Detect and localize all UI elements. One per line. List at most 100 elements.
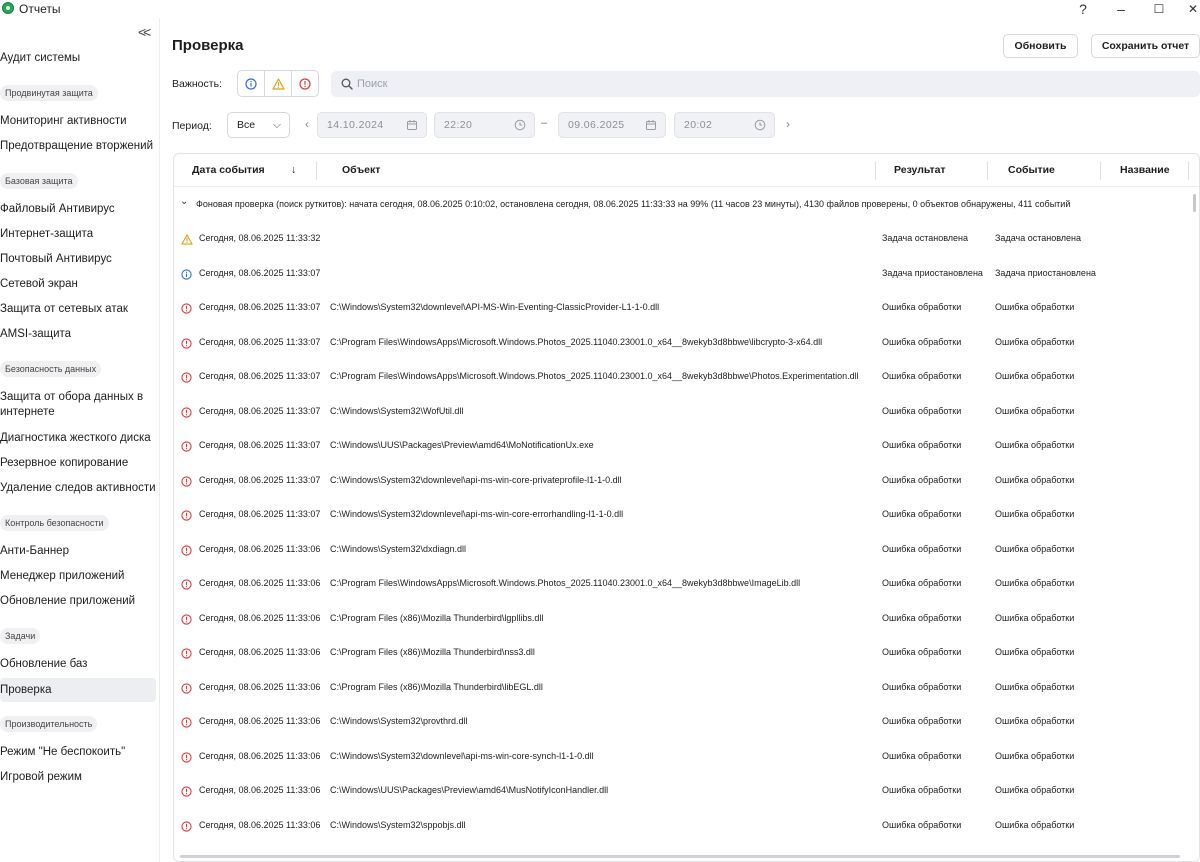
object-path-cell: C:\Program Files (x86)\Mozilla Thunderbi… <box>330 647 535 657</box>
vertical-scrollbar[interactable] <box>1193 194 1196 212</box>
sidebar-item[interactable]: Аудит системы <box>0 51 156 66</box>
sort-arrow-icon[interactable]: ↓ <box>291 164 296 176</box>
event-date-cell: Сегодня, 08.06.2025 11:33:06 <box>199 543 321 554</box>
horizontal-scrollbar[interactable] <box>180 855 1180 858</box>
result-cell: Ошибка обработки <box>882 716 962 726</box>
chevron-down-icon[interactable]: ⌄ <box>180 196 188 207</box>
column-header-event[interactable]: Событие <box>1008 164 1055 176</box>
object-path-cell: C:\Windows\System32\provthrd.dll <box>330 716 468 726</box>
table-row[interactable]: Сегодня, 08.06.2025 11:33:06 C:\Windows\S… <box>174 532 1199 567</box>
sidebar-item[interactable]: Режим "Не беспокоить" <box>0 745 156 760</box>
result-cell: Задача остановлена <box>882 233 969 243</box>
object-path-cell: C:\Windows\System32\downlevel\api-ms-win… <box>330 509 624 519</box>
event-cell: Ошибка обработки <box>995 405 1075 416</box>
object-path-cell: C:\Windows\System32\downlevel\API-MS-Win… <box>330 302 660 312</box>
table-row[interactable]: Сегодня, 08.06.2025 11:33:07 Задача приос… <box>174 256 1199 291</box>
help-button[interactable]: ? <box>1068 0 1098 18</box>
table-row[interactable]: Сегодня, 08.06.2025 11:33:07 C:\Windows\U… <box>174 428 1199 463</box>
minimize-button[interactable]: – <box>1106 0 1136 18</box>
table-row[interactable]: Сегодня, 08.06.2025 11:33:06 C:\Program F… <box>174 670 1199 705</box>
table-row[interactable]: Сегодня, 08.06.2025 11:33:06 C:\Windows\S… <box>174 739 1199 774</box>
error-icon <box>181 784 192 802</box>
date-to-field[interactable]: 09.06.2025 <box>558 112 666 138</box>
table-row[interactable]: Сегодня, 08.06.2025 11:33:07 C:\Windows\S… <box>174 394 1199 429</box>
severity-error-toggle[interactable] <box>292 71 318 96</box>
column-divider[interactable] <box>1100 162 1101 180</box>
sidebar-item[interactable]: AMSI-защита <box>0 327 156 342</box>
table-row[interactable]: Сегодня, 08.06.2025 11:33:06 C:\Windows\S… <box>174 808 1199 843</box>
sidebar-item[interactable]: Интернет-защита <box>0 227 156 242</box>
sidebar-group-label: Контроль безопасности <box>0 515 109 531</box>
period-select[interactable]: Все ⌵ <box>227 112 290 138</box>
save-report-button[interactable]: Сохранить отчет <box>1091 34 1200 58</box>
sidebar-item[interactable]: Предотвращение вторжений <box>0 139 156 154</box>
time-from-field[interactable]: 22:20 <box>434 112 535 138</box>
collapse-sidebar-button[interactable]: << <box>138 24 151 40</box>
event-cell: Ошибка обработки <box>995 647 1075 657</box>
date-from-field[interactable]: 14.10.2024 <box>317 112 427 138</box>
table-row[interactable]: Сегодня, 08.06.2025 11:33:07 C:\Program F… <box>174 359 1199 394</box>
scan-group-row[interactable]: ⌄ Фоновая проверка (поиск руткитов): нач… <box>174 187 1199 221</box>
sidebar-item[interactable]: Резервное копирование <box>0 456 156 471</box>
sidebar-item[interactable]: Обновление баз <box>0 657 156 672</box>
table-row[interactable]: Сегодня, 08.06.2025 11:33:06 C:\Program F… <box>174 635 1199 670</box>
sidebar-item[interactable]: Анти-Баннер <box>0 544 156 559</box>
table-row[interactable]: Сегодня, 08.06.2025 11:33:32 Задача остан… <box>174 221 1199 256</box>
search-input[interactable] <box>357 75 1177 93</box>
sidebar-item[interactable]: Проверка <box>0 678 156 702</box>
warning-icon <box>271 77 285 90</box>
error-icon <box>181 301 192 319</box>
error-icon <box>181 612 192 630</box>
sidebar-item[interactable]: Сетевой экран <box>0 277 156 292</box>
column-divider[interactable] <box>316 162 317 180</box>
table-row[interactable]: Сегодня, 08.06.2025 11:33:07 C:\Windows\S… <box>174 497 1199 532</box>
result-cell: Ошибка обработки <box>882 681 962 692</box>
sidebar-group-label: Продвинутая защита <box>0 85 98 101</box>
column-header-result[interactable]: Результат <box>894 164 946 176</box>
date-from-value: 14.10.2024 <box>327 119 384 131</box>
sidebar-item[interactable]: Менеджер приложений <box>0 569 156 584</box>
prev-period-button[interactable]: ‹ <box>305 117 309 131</box>
sidebar-item[interactable]: Обновление приложений <box>0 594 156 609</box>
error-icon <box>181 681 192 699</box>
sidebar-item[interactable]: Почтовый Антивирус <box>0 252 156 267</box>
column-header-date[interactable]: Дата события <box>192 164 265 176</box>
event-cell: Ошибка обработки <box>995 819 1075 830</box>
refresh-button[interactable]: Обновить <box>1003 34 1078 58</box>
table-row[interactable]: Сегодня, 08.06.2025 11:33:06 C:\Program F… <box>174 601 1199 636</box>
sidebar-item[interactable]: Игровой режим <box>0 770 156 785</box>
table-row[interactable]: Сегодня, 08.06.2025 11:33:07 C:\Program F… <box>174 325 1199 360</box>
error-icon <box>181 819 192 837</box>
maximize-button[interactable]: ☐ <box>1144 0 1174 18</box>
sidebar-item[interactable]: Защита от сетевых атак <box>0 302 156 317</box>
severity-info-toggle[interactable] <box>238 71 265 96</box>
event-cell: Ошибка обработки <box>995 612 1075 623</box>
next-period-button[interactable]: › <box>786 117 790 131</box>
column-header-object[interactable]: Объект <box>342 164 380 176</box>
sidebar-item[interactable]: Защита от обора данных в интернете <box>0 390 156 420</box>
table-row[interactable]: Сегодня, 08.06.2025 11:33:06 C:\Windows\U… <box>174 773 1199 808</box>
search-box <box>331 71 1200 97</box>
close-button[interactable]: ✕ <box>1178 0 1200 18</box>
event-cell: Ошибка обработки <box>995 578 1075 588</box>
column-divider[interactable] <box>875 162 876 180</box>
table-row[interactable]: Сегодня, 08.06.2025 11:33:07 C:\Windows\S… <box>174 290 1199 325</box>
sidebar-item[interactable]: Файловый Антивирус <box>0 202 156 217</box>
time-to-field[interactable]: 20:02 <box>674 112 775 138</box>
app-logo-icon <box>2 2 14 14</box>
result-cell: Ошибка обработки <box>882 647 962 657</box>
column-divider[interactable] <box>1188 162 1189 180</box>
column-header-name[interactable]: Название <box>1120 164 1170 176</box>
table-row[interactable]: Сегодня, 08.06.2025 11:33:06 C:\Program F… <box>174 566 1199 601</box>
table-row[interactable]: Сегодня, 08.06.2025 11:33:07 C:\Windows\S… <box>174 463 1199 498</box>
table-row[interactable]: Сегодня, 08.06.2025 11:33:06 C:\Windows\S… <box>174 704 1199 739</box>
sidebar-item[interactable]: Удаление следов активности <box>0 481 156 496</box>
severity-warning-toggle[interactable] <box>265 71 292 96</box>
error-icon <box>181 715 192 733</box>
sidebar-item[interactable]: Диагностика жесткого диска <box>0 431 156 446</box>
error-icon <box>181 474 192 492</box>
column-divider[interactable] <box>987 162 988 180</box>
result-cell: Ошибка обработки <box>882 474 962 485</box>
sidebar-item[interactable]: Мониторинг активности <box>0 114 156 129</box>
event-date-cell: Сегодня, 08.06.2025 11:33:07 <box>199 371 321 381</box>
